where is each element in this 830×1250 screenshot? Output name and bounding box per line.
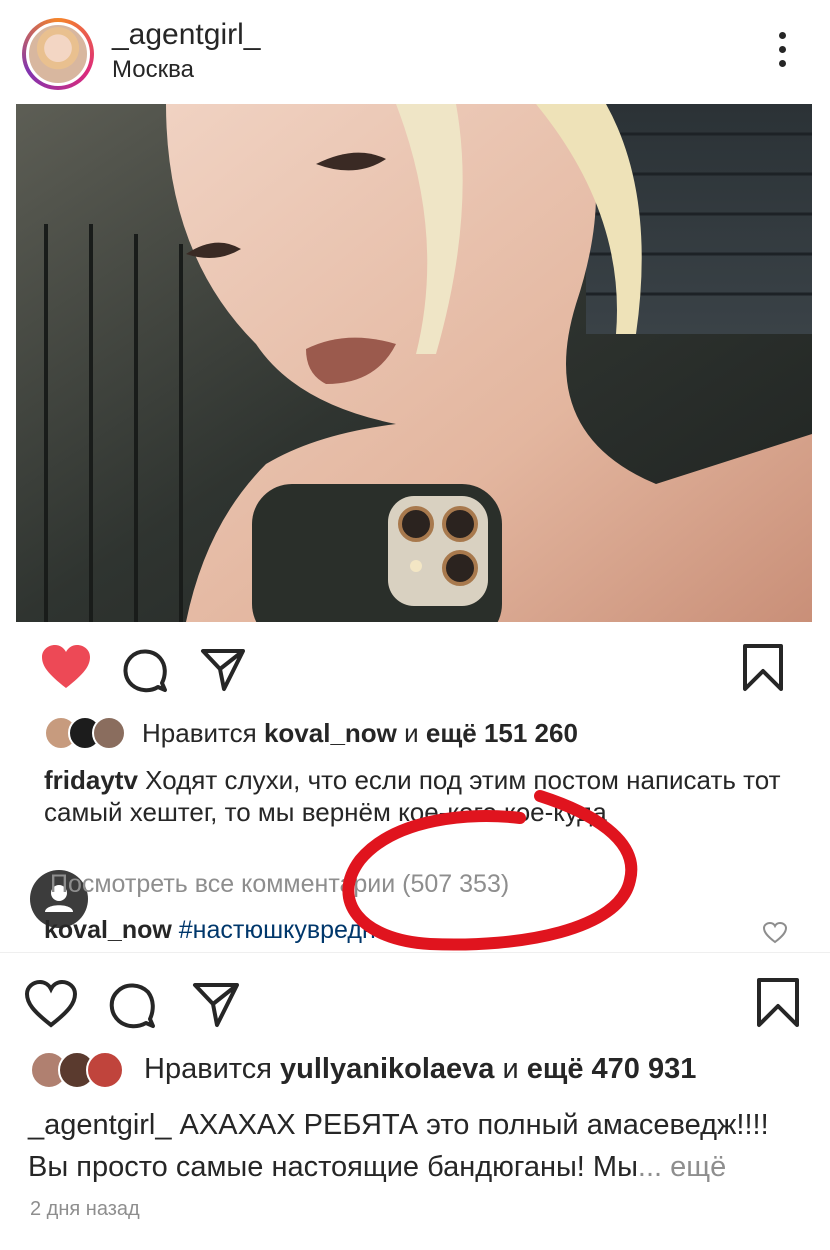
comment-icon[interactable] (108, 981, 156, 1034)
likes-count[interactable]: ещё 470 931 (527, 1053, 697, 1085)
share-icon[interactable] (192, 981, 240, 1034)
likes-user[interactable]: koval_now (264, 718, 397, 748)
likes-summary-main[interactable]: Нравится yullyanikolaeva и ещё 470 931 (30, 1051, 800, 1095)
post-photo (16, 104, 812, 622)
post-actions (24, 975, 804, 1031)
likes-user[interactable]: yullyanikolaeva (280, 1053, 494, 1085)
liker-avatar (86, 1051, 124, 1089)
heart-icon[interactable] (40, 643, 92, 696)
comment-user[interactable]: koval_now (44, 916, 172, 944)
post-header: _agentgirl_ Москва (0, 0, 830, 100)
timestamp: 2 дня назад (30, 1198, 140, 1220)
avatar-image (26, 22, 90, 86)
username[interactable]: _agentgirl_ (112, 18, 260, 52)
likes-count[interactable]: ещё 151 260 (426, 718, 578, 748)
heart-icon[interactable] (24, 979, 78, 1034)
likes-text: Нравится koval_now и ещё 151 260 (142, 718, 578, 749)
divider (0, 952, 830, 953)
likes-summary[interactable]: Нравится koval_now и ещё 151 260 (44, 716, 784, 756)
likes-middle: и (396, 718, 426, 748)
share-icon[interactable] (200, 647, 246, 698)
comment-icon[interactable] (122, 647, 168, 698)
caption: fridaytv Ходят слухи, что если под этим … (44, 764, 784, 828)
likes-prefix: Нравится (142, 718, 264, 748)
likes-middle: и (494, 1053, 527, 1085)
caption-text: Ходят слухи, что если под этим постом на… (44, 765, 781, 827)
comment-heart-icon[interactable] (762, 921, 788, 949)
caption-user[interactable]: _agentgirl_ (28, 1109, 172, 1141)
comment-preview: koval_now #настюшкувредн... (44, 916, 397, 945)
more-link[interactable]: ещё (662, 1151, 726, 1183)
avatar[interactable] (22, 18, 94, 90)
caption-ellipsis: ... (637, 1151, 663, 1183)
bookmark-icon[interactable] (742, 643, 784, 698)
comment-hashtag[interactable]: #настюшкувредн... (172, 916, 397, 944)
location[interactable]: Москва (112, 56, 194, 84)
caption-main: _agentgirl_ АХАХАХ РЕБЯТА это полный ама… (28, 1104, 798, 1188)
likes-prefix: Нравится (144, 1053, 281, 1085)
view-all-comments[interactable]: Посмотреть все комментарии (507 353) (50, 870, 509, 899)
more-vertical-icon[interactable] (770, 32, 794, 76)
likes-text: Нравится yullyanikolaeva и ещё 470 931 (144, 1053, 696, 1086)
liker-avatar (92, 716, 126, 750)
post-actions-top (40, 643, 800, 697)
caption-user[interactable]: fridaytv (44, 765, 138, 795)
bookmark-icon[interactable] (756, 977, 800, 1034)
